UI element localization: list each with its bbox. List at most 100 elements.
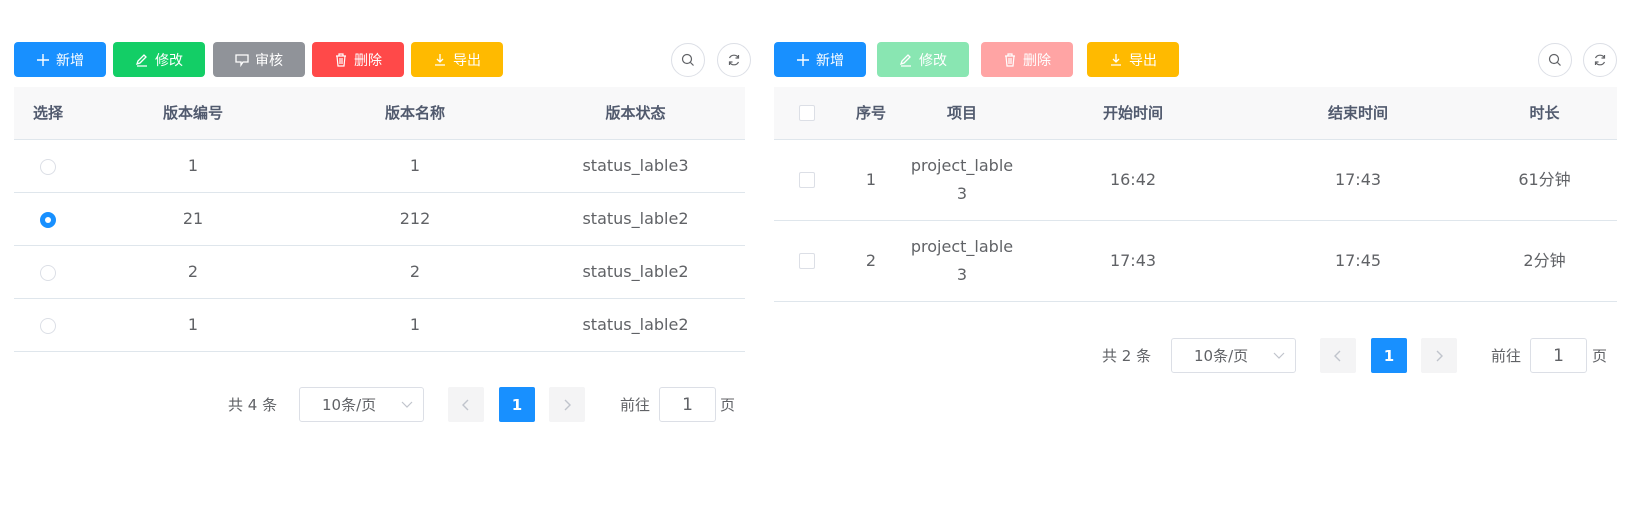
goto-page-input[interactable]: 1 xyxy=(659,387,716,422)
version-number-cell: 1 xyxy=(82,298,304,352)
table-row[interactable]: 1 1 status_lable3 xyxy=(14,139,745,193)
right-toolbar: 新增 修改 删除 导出 xyxy=(774,42,1617,78)
refresh-icon xyxy=(728,54,740,66)
page-number-current[interactable]: 1 xyxy=(1371,338,1407,373)
download-icon xyxy=(1111,53,1121,66)
column-header-duration: 时长 xyxy=(1472,87,1617,140)
left-audit-label: 审核 xyxy=(255,52,283,69)
version-status-cell: status_lable2 xyxy=(526,298,745,352)
left-refresh-button[interactable] xyxy=(717,43,751,77)
duration-cell: 61分钟 xyxy=(1472,139,1617,221)
table-row[interactable]: 2 project_lable 3 17:43 17:45 2分钟 xyxy=(774,220,1617,302)
left-add-label: 新增 xyxy=(56,52,84,69)
page-number-current[interactable]: 1 xyxy=(499,387,535,422)
row-radio[interactable] xyxy=(40,264,56,281)
left-delete-label: 删除 xyxy=(354,52,382,69)
row-select-cell xyxy=(14,192,82,246)
column-header-project: 项目 xyxy=(902,87,1022,140)
download-icon xyxy=(435,53,445,66)
chevron-left-icon xyxy=(462,399,469,410)
left-edit-button[interactable]: 修改 xyxy=(113,42,205,77)
right-delete-label: 删除 xyxy=(1023,52,1051,69)
next-page-button[interactable] xyxy=(1421,338,1457,373)
right-edit-label: 修改 xyxy=(919,52,947,69)
prev-page-button[interactable] xyxy=(448,387,484,422)
version-name-cell: 1 xyxy=(304,139,526,193)
next-page-button[interactable] xyxy=(549,387,585,422)
row-select-cell xyxy=(14,139,82,193)
right-delete-button-disabled[interactable]: 删除 xyxy=(981,42,1073,77)
version-status-cell: status_lable2 xyxy=(526,245,745,299)
row-radio[interactable] xyxy=(40,158,56,175)
left-version-table: 选择 版本编号 版本名称 版本状态 1 1 status_lable3 21 2… xyxy=(14,87,745,352)
page-size-select[interactable]: 10条/页 xyxy=(299,387,424,422)
right-export-label: 导出 xyxy=(1129,52,1157,69)
chevron-left-icon xyxy=(1334,350,1341,361)
table-row[interactable]: 1 project_lable 3 16:42 17:43 61分钟 xyxy=(774,139,1617,221)
row-radio[interactable] xyxy=(40,317,56,334)
goto-suffix: 页 xyxy=(720,396,736,414)
column-header-version-number: 版本编号 xyxy=(82,87,304,140)
left-add-button[interactable]: 新增 xyxy=(14,42,106,77)
left-audit-button[interactable]: 审核 xyxy=(213,42,305,77)
index-cell: 2 xyxy=(840,220,902,302)
project-cell: project_lable 3 xyxy=(902,220,1022,302)
version-name-cell: 212 xyxy=(304,192,526,246)
goto-page-input[interactable]: 1 xyxy=(1530,338,1587,373)
end-time-cell: 17:45 xyxy=(1244,220,1472,302)
pencil-icon xyxy=(135,53,147,67)
column-header-end-time: 结束时间 xyxy=(1244,87,1472,140)
right-refresh-button[interactable] xyxy=(1583,43,1617,77)
column-header-version-name: 版本名称 xyxy=(304,87,526,140)
page-size-select[interactable]: 10条/页 xyxy=(1171,338,1296,373)
left-export-button[interactable]: 导出 xyxy=(411,42,503,77)
left-pagination: 共 4 条 10条/页 1 前往 1 页 xyxy=(14,387,745,423)
chevron-down-icon xyxy=(1273,352,1285,359)
right-export-button[interactable]: 导出 xyxy=(1087,42,1179,77)
version-name-cell: 1 xyxy=(304,298,526,352)
search-icon xyxy=(681,53,694,66)
search-icon xyxy=(1548,53,1561,66)
table-header-row: 选择 版本编号 版本名称 版本状态 xyxy=(14,87,745,140)
plus-icon xyxy=(797,53,809,66)
goto-suffix: 页 xyxy=(1592,347,1608,365)
right-edit-button-disabled[interactable]: 修改 xyxy=(877,42,969,77)
row-checkbox[interactable] xyxy=(799,172,815,188)
column-header-version-status: 版本状态 xyxy=(526,87,745,140)
column-header-select: 选择 xyxy=(14,87,82,140)
prev-page-button[interactable] xyxy=(1320,338,1356,373)
pagination-total: 共 4 条 xyxy=(228,396,278,414)
table-row[interactable]: 21 212 status_lable2 xyxy=(14,192,745,246)
project-text-line1: project_lable xyxy=(910,155,1014,175)
version-name-cell: 2 xyxy=(304,245,526,299)
table-row[interactable]: 2 2 status_lable2 xyxy=(14,245,745,299)
start-time-cell: 16:42 xyxy=(1022,139,1244,221)
project-text-line2: 3 xyxy=(956,264,968,284)
row-radio-selected[interactable] xyxy=(40,211,56,228)
refresh-icon xyxy=(1594,54,1606,66)
table-row[interactable]: 1 1 status_lable2 xyxy=(14,298,745,352)
right-search-button[interactable] xyxy=(1538,43,1572,77)
end-time-cell: 17:43 xyxy=(1244,139,1472,221)
project-text-line1: project_lable xyxy=(910,236,1014,256)
version-number-cell: 1 xyxy=(82,139,304,193)
project-cell: project_lable 3 xyxy=(902,139,1022,221)
select-all-checkbox[interactable] xyxy=(799,105,815,122)
row-checkbox[interactable] xyxy=(799,253,815,269)
row-select-cell xyxy=(774,220,840,302)
row-select-cell xyxy=(14,298,82,352)
pagination-total: 共 2 条 xyxy=(1102,347,1152,365)
column-header-index: 序号 xyxy=(840,87,902,140)
duration-cell: 2分钟 xyxy=(1472,220,1617,302)
version-number-cell: 21 xyxy=(82,192,304,246)
left-search-button[interactable] xyxy=(671,43,705,77)
right-add-button[interactable]: 新增 xyxy=(774,42,866,77)
column-header-select-all xyxy=(774,87,840,140)
left-delete-button[interactable]: 删除 xyxy=(312,42,404,77)
page-size-value: 10条/页 xyxy=(322,396,377,414)
version-status-cell: status_lable2 xyxy=(526,192,745,246)
chevron-right-icon xyxy=(564,399,571,410)
chevron-right-icon xyxy=(1436,350,1443,361)
column-header-start-time: 开始时间 xyxy=(1022,87,1244,140)
left-edit-label: 修改 xyxy=(155,52,183,69)
